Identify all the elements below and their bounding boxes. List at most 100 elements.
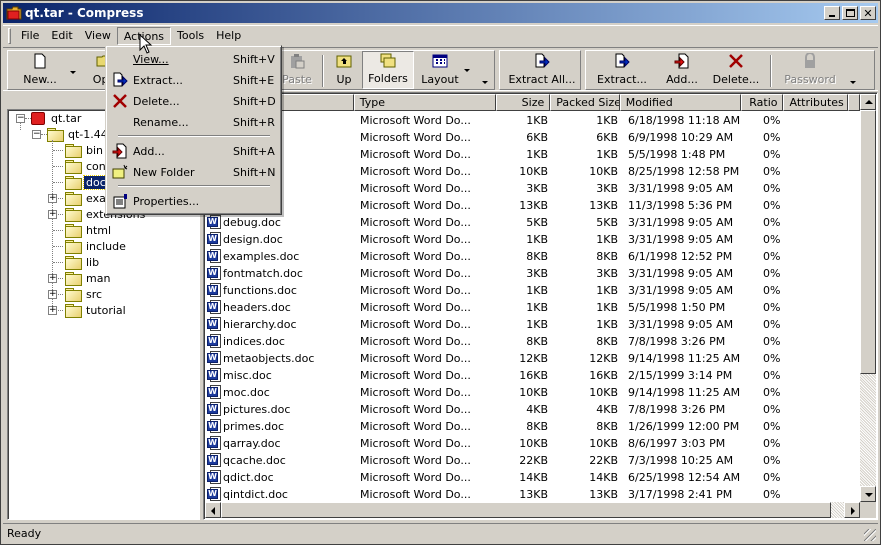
- tree-collapse-root[interactable]: −: [16, 114, 25, 123]
- add-button[interactable]: Add...: [660, 51, 704, 89]
- tree-node-folder[interactable]: exa: [65, 190, 108, 206]
- scroll-up-button[interactable]: [860, 94, 876, 110]
- tree-node-folder[interactable]: man: [65, 270, 112, 286]
- column-header-type[interactable]: Type: [353, 94, 496, 111]
- file-row[interactable]: Wmoc.doc Microsoft Word Do... 10KB 10KB 9/14…: [205, 384, 860, 401]
- tree-expand-button[interactable]: +: [48, 194, 57, 203]
- minimize-icon: [829, 15, 835, 17]
- up-button[interactable]: Up: [328, 51, 360, 89]
- menu-edit[interactable]: Edit: [45, 27, 78, 45]
- cell-ratio: 0%: [763, 114, 781, 127]
- extract-button[interactable]: Extract...: [594, 51, 650, 89]
- layout-button[interactable]: Layout: [418, 51, 462, 89]
- folders-toggle-button[interactable]: Folders: [362, 51, 414, 89]
- column-header-modified[interactable]: Modified: [619, 94, 741, 111]
- tree-node-folder[interactable]: include: [65, 238, 128, 254]
- tree-node-folder[interactable]: html: [65, 222, 113, 238]
- password-button[interactable]: Password: [776, 51, 844, 89]
- file-name: design.doc: [223, 233, 283, 246]
- menu-help[interactable]: Help: [210, 27, 247, 45]
- new-button[interactable]: New...: [16, 51, 64, 89]
- tree-expand-button[interactable]: +: [48, 210, 57, 219]
- cell-size: 10KB: [519, 386, 548, 399]
- file-row[interactable]: WMicrosoft Word Do...10KB10KB8/25/1998 1…: [205, 163, 860, 180]
- menu-file[interactable]: File: [15, 27, 45, 45]
- file-row[interactable]: Wmetaobjects.doc Microsoft Word Do... 12KB…: [205, 350, 860, 367]
- column-header-packed-size[interactable]: Packed Size: [550, 94, 620, 111]
- cell-packed: 6KB: [596, 131, 618, 144]
- tree-node-qt-1-44[interactable]: qt-1.44: [47, 126, 110, 142]
- scroll-right-button[interactable]: [844, 502, 860, 518]
- file-row[interactable]: Wfunctions.doc Microsoft Word Do... 1KB 1KB…: [205, 282, 860, 299]
- horizontal-scrollbar[interactable]: [205, 502, 860, 518]
- tree-expand-button[interactable]: +: [48, 290, 57, 299]
- menu-item-add[interactable]: Add... Shift+A: [109, 141, 278, 161]
- file-row[interactable]: Wpictures.doc Microsoft Word Do... 4KB 4KB 7…: [205, 401, 860, 418]
- new-dropdown-arrow[interactable]: [70, 71, 76, 74]
- resize-grip[interactable]: [864, 529, 876, 541]
- cell-ratio: 0%: [763, 352, 781, 365]
- tree-node-folder[interactable]: con: [65, 158, 108, 174]
- menubar-grip[interactable]: [8, 28, 11, 44]
- column-header-ratio[interactable]: Ratio: [740, 94, 784, 111]
- minimize-button[interactable]: [824, 6, 840, 20]
- cell-ratio: 0%: [763, 437, 781, 450]
- file-row[interactable]: WocMicrosoft Word Do...1KB1KB6/18/1998 1…: [205, 112, 860, 129]
- tree-node-folder[interactable]: doc: [65, 174, 109, 190]
- file-row[interactable]: Wprimes.doc Microsoft Word Do... 8KB 8KB 1/2…: [205, 418, 860, 435]
- cell-modified: 3/31/1998 9:05 AM: [628, 216, 734, 229]
- menu-view[interactable]: View: [79, 27, 117, 45]
- file-row[interactable]: Wdebug.doc Microsoft Word Do... 5KB 5KB 3/31…: [205, 214, 860, 231]
- menu-item-properties[interactable]: Properties...: [109, 191, 278, 211]
- cell-modified: 3/31/1998 9:05 AM: [628, 267, 734, 280]
- file-row[interactable]: Windices.doc Microsoft Word Do... 8KB 8KB 7/…: [205, 333, 860, 350]
- file-row[interactable]: WMicrosoft Word Do...1KB1KB5/5/1998 1:48…: [205, 146, 860, 163]
- tree-expand-button[interactable]: +: [48, 274, 57, 283]
- file-list[interactable]: Name Type Size Packed Size Modified Rati…: [203, 92, 878, 520]
- menu-item-extract[interactable]: Extract... Shift+E: [109, 70, 278, 90]
- file-row[interactable]: Wfontmatch.doc Microsoft Word Do... 3KB 3KB…: [205, 265, 860, 282]
- file-row[interactable]: Wmisc.doc Microsoft Word Do... 16KB 16KB 2/1…: [205, 367, 860, 384]
- layout-dropdown-arrow[interactable]: [464, 69, 470, 72]
- tree-node-folder[interactable]: src: [65, 286, 104, 302]
- menu-item-delete[interactable]: Delete... Shift+D: [109, 91, 278, 111]
- close-button[interactable]: ✕: [860, 6, 876, 20]
- cell-size: 1KB: [526, 284, 548, 297]
- file-row[interactable]: Wqdict.doc Microsoft Word Do... 14KB 14KB 6/…: [205, 469, 860, 486]
- scroll-down-button[interactable]: [860, 486, 876, 502]
- file-row[interactable]: Wqintdict.doc Microsoft Word Do... 13KB 13K…: [205, 486, 860, 503]
- menu-item-view[interactable]: View... Shift+V: [109, 49, 278, 69]
- maximize-button[interactable]: [842, 6, 858, 20]
- vertical-scrollbar[interactable]: [860, 94, 876, 502]
- tree-node-folder[interactable]: bin: [65, 142, 105, 158]
- scroll-left-button[interactable]: [205, 502, 221, 518]
- actions-menu-dropdown: View... Shift+V Extract... Shift+E Delet…: [105, 45, 282, 215]
- menu-item-new-folder[interactable]: New Folder Shift+N: [109, 162, 278, 182]
- file-row[interactable]: Wqcache.doc Microsoft Word Do... 22KB 22KB 7…: [205, 452, 860, 469]
- extract-all-button[interactable]: Extract All...: [508, 51, 576, 89]
- tree-node-folder[interactable]: lib: [65, 254, 101, 270]
- file-row[interactable]: WMicrosoft Word Do...6KB6KB6/9/1998 10:2…: [205, 129, 860, 146]
- menu-item-rename[interactable]: Rename... Shift+R: [109, 112, 278, 132]
- file-row[interactable]: Wexamples.doc Microsoft Word Do... 8KB 8KB 6…: [205, 248, 860, 265]
- tree-node-folder[interactable]: tutorial: [65, 302, 128, 318]
- file-row[interactable]: Wqarray.doc Microsoft Word Do... 10KB 10KB 8…: [205, 435, 860, 452]
- column-header-size[interactable]: Size: [495, 94, 551, 111]
- tree-expand-button[interactable]: +: [48, 306, 57, 315]
- vertical-scroll-thumb[interactable]: [860, 110, 876, 374]
- file-name: indices.doc: [223, 335, 285, 348]
- file-row[interactable]: WcMicrosoft Word Do...3KB3KB3/31/1998 9:…: [205, 180, 860, 197]
- file-row[interactable]: Wheaders.doc Microsoft Word Do... 1KB 1KB 5/…: [205, 299, 860, 316]
- toolbar-overflow-arrow-2[interactable]: [850, 81, 856, 84]
- file-row[interactable]: WMicrosoft Word Do...13KB13KB11/3/1998 5…: [205, 197, 860, 214]
- file-row[interactable]: Wdesign.doc Microsoft Word Do... 1KB 1KB 3/3…: [205, 231, 860, 248]
- paste-button[interactable]: Paste: [280, 51, 314, 89]
- column-header-attributes[interactable]: Attributes: [783, 94, 849, 111]
- delete-button[interactable]: Delete...: [710, 51, 762, 89]
- horizontal-scroll-thumb[interactable]: [221, 502, 831, 518]
- tree-node-root[interactable]: qt.tar: [31, 110, 83, 126]
- menu-tools[interactable]: Tools: [171, 27, 210, 45]
- file-row[interactable]: Whierarchy.doc Microsoft Word Do... 1KB 1KB…: [205, 316, 860, 333]
- toolbar-overflow-arrow[interactable]: [482, 81, 488, 84]
- tree-collapse-child[interactable]: −: [32, 130, 41, 139]
